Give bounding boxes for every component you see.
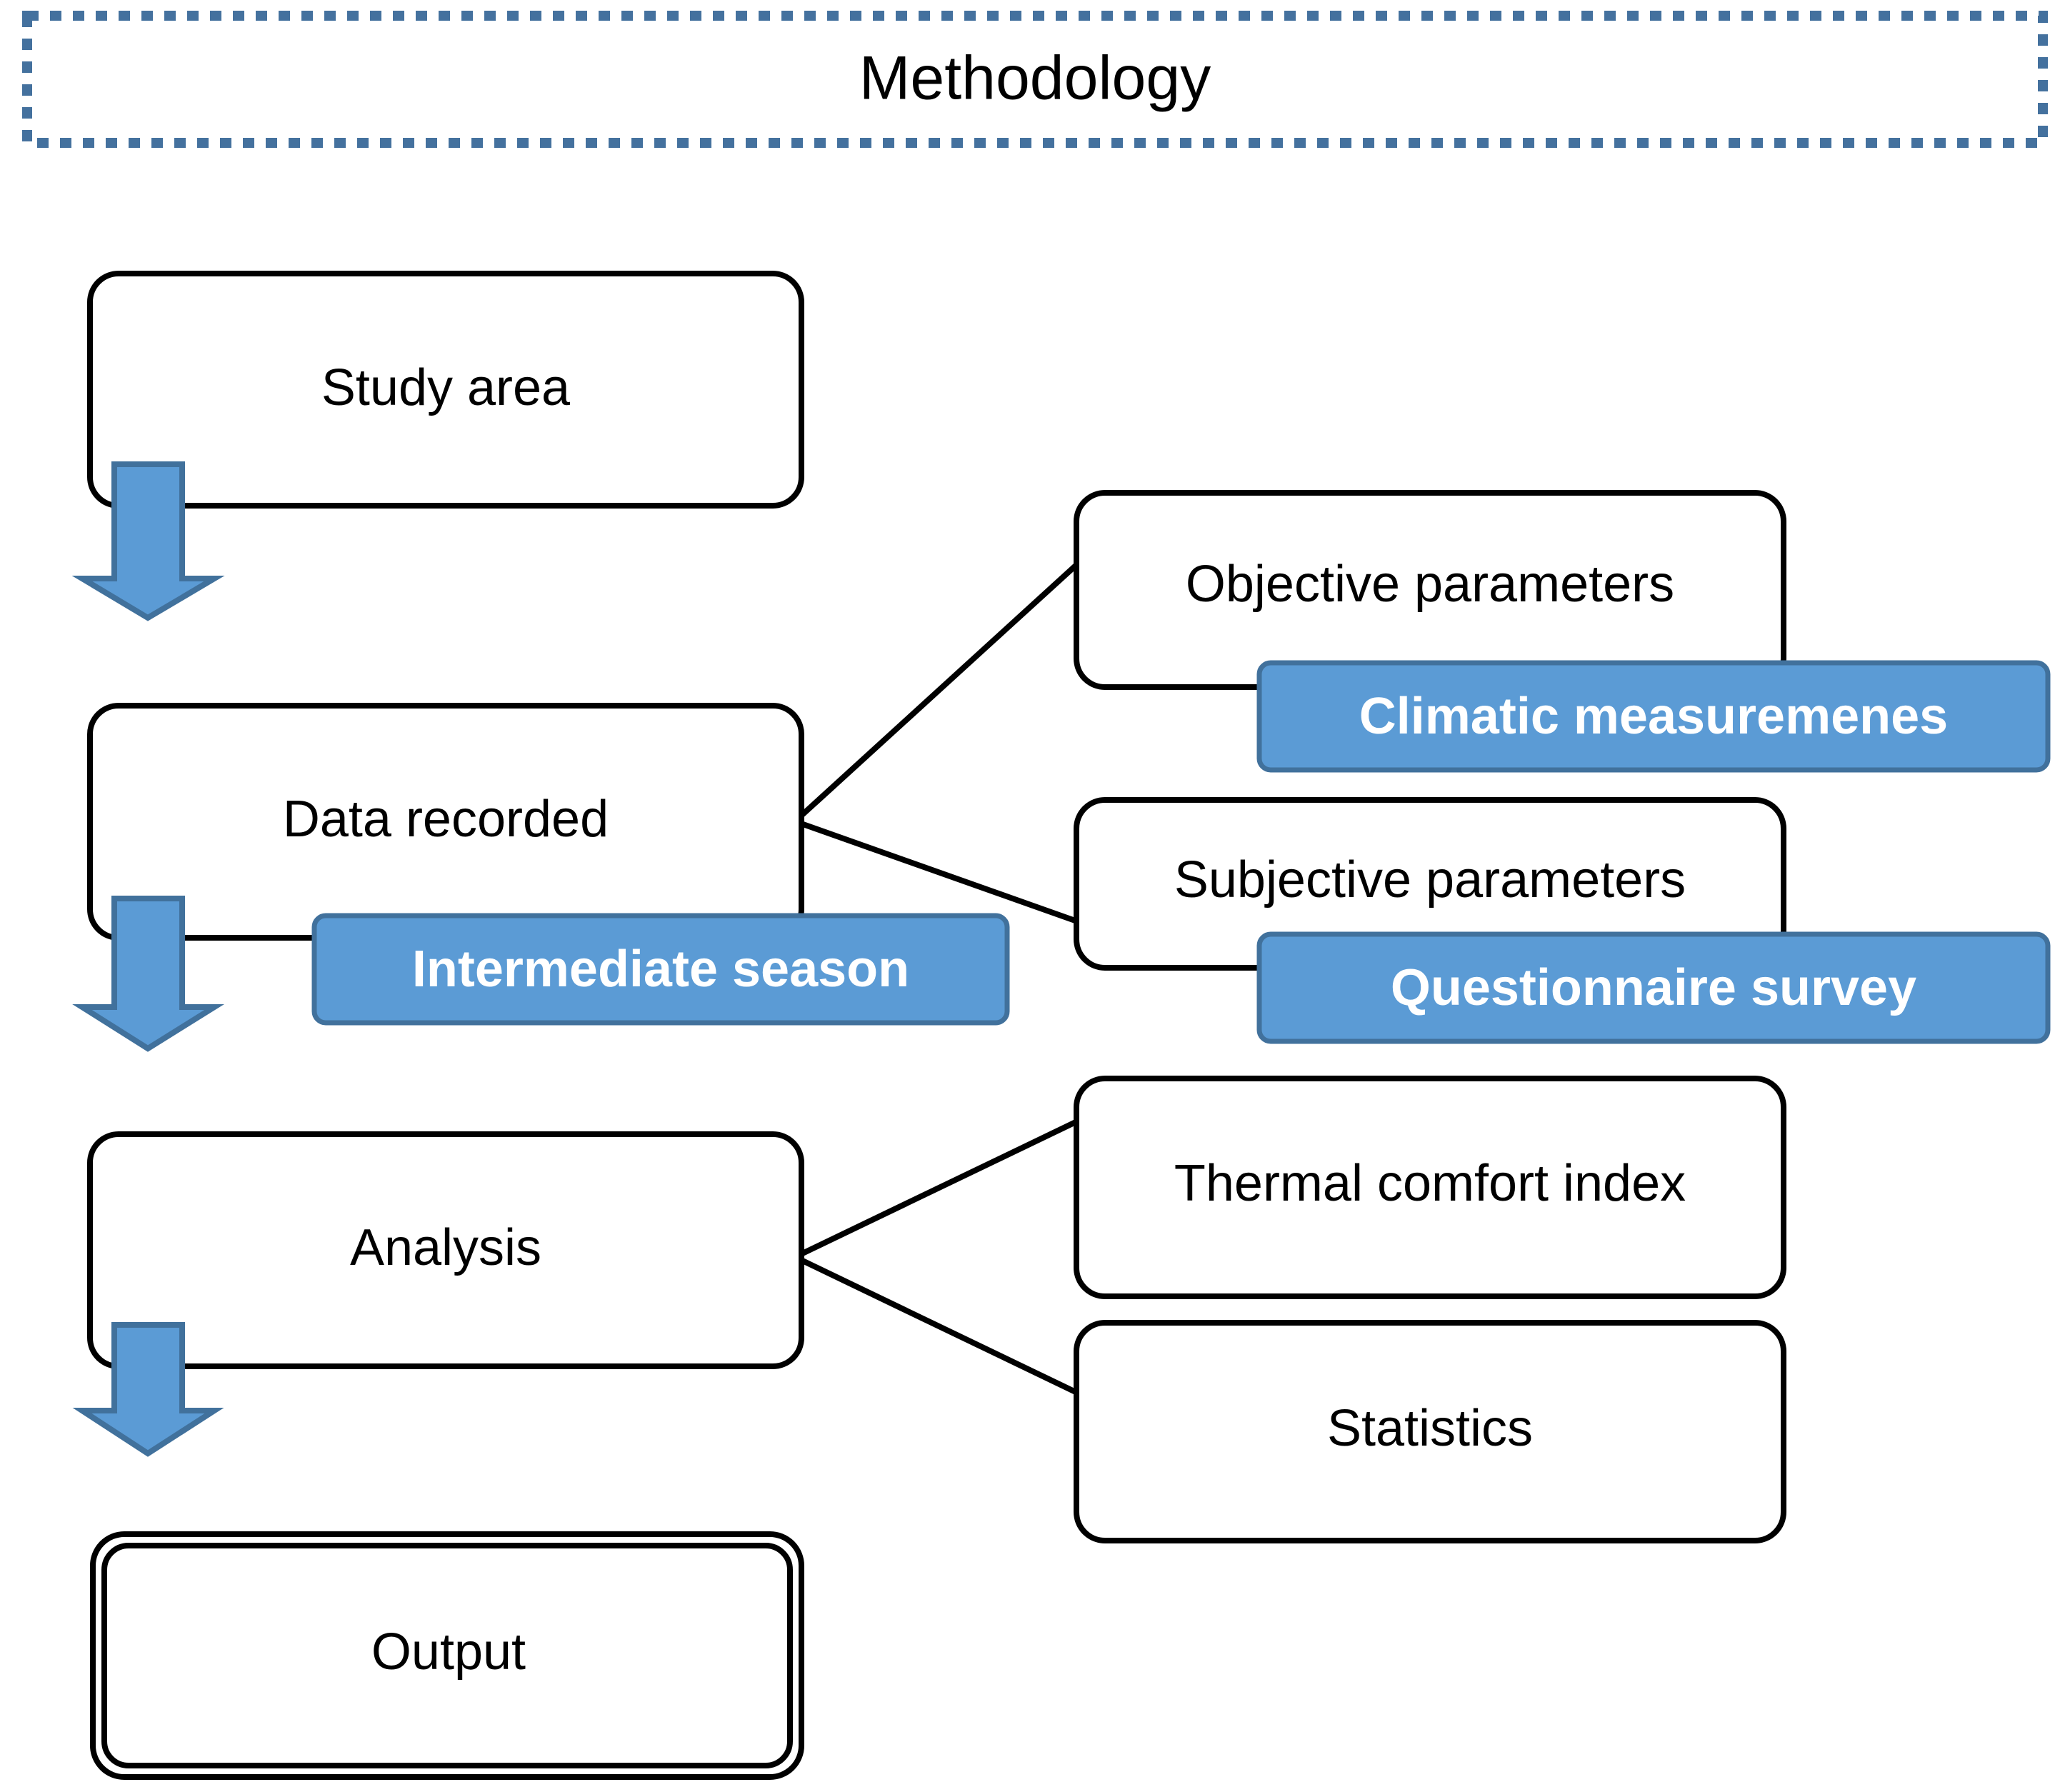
label-intermediate-season-text: Intermediate season [412, 941, 909, 998]
node-data-recorded[interactable]: Data recorded [87, 703, 804, 941]
label-questionnaire-survey[interactable]: Questionnaire survey [1256, 931, 2051, 1044]
node-output-label: Output [371, 1623, 526, 1681]
label-climatic-measurements-text: Climatic measuremenes [1359, 688, 1948, 745]
node-statistics[interactable]: Statistics [1074, 1320, 1786, 1543]
label-questionnaire-survey-text: Questionnaire survey [1391, 959, 1916, 1016]
page-title: Methodology [859, 44, 1211, 113]
node-analysis-label: Analysis [350, 1219, 541, 1276]
node-thermal-comfort-index[interactable]: Thermal comfort index [1074, 1076, 1786, 1299]
node-statistics-label: Statistics [1327, 1400, 1533, 1457]
node-objective-parameters[interactable]: Objective parameters [1074, 490, 1786, 690]
methodology-flowchart: Study area Data recorded Objective param… [0, 0, 2070, 1792]
branch-connectors-data-recorded [792, 562, 1079, 943]
node-study-area-label: Study area [321, 359, 571, 416]
node-subjective-parameters-label: Subjective parameters [1174, 851, 1686, 908]
label-intermediate-season[interactable]: Intermediate season [311, 913, 1010, 1026]
label-climatic-measurements[interactable]: Climatic measuremenes [1256, 660, 2051, 773]
node-data-recorded-label: Data recorded [283, 791, 609, 848]
node-output[interactable]: Output [90, 1531, 804, 1780]
node-study-area[interactable]: Study area [87, 271, 804, 509]
node-objective-parameters-label: Objective parameters [1186, 556, 1674, 613]
node-thermal-comfort-index-label: Thermal comfort index [1174, 1155, 1686, 1212]
branch-connectors-analysis [794, 1118, 1079, 1396]
node-analysis[interactable]: Analysis [87, 1131, 804, 1369]
